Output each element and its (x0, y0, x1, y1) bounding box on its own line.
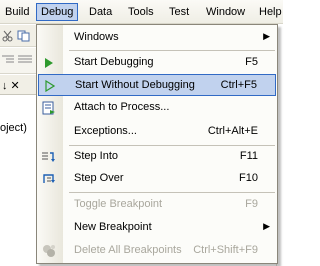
step-over-icon (41, 171, 57, 187)
menu-item-shortcut: Ctrl+Shift+F9 (193, 244, 258, 256)
menu-window[interactable]: Window (201, 3, 250, 21)
menu-item-step-into[interactable]: Step Into F11 (38, 146, 276, 168)
menu-item-label: Start Without Debugging (75, 79, 195, 91)
menu-tools[interactable]: Tools (123, 3, 159, 21)
menu-item-label: Exceptions... (74, 125, 137, 137)
comment-icon[interactable] (18, 55, 32, 68)
attach-process-icon (41, 100, 57, 116)
menu-item-new-breakpoint[interactable]: New Breakpoint ▶ (38, 217, 276, 239)
menu-item-attach-to-process[interactable]: Attach to Process... (38, 97, 276, 119)
debug-dropdown-menu: Windows ▶ Start Debugging F5 Start Witho… (36, 24, 278, 264)
menu-item-shortcut: F5 (245, 56, 258, 68)
menu-item-shortcut: F11 (239, 150, 258, 162)
panel-header: ↓ ✕ (0, 75, 36, 95)
menu-item-label: Step Into (74, 150, 119, 162)
menu-item-delete-all-breakpoints[interactable]: Delete All Breakpoints Ctrl+Shift+F9 (38, 240, 276, 262)
menu-separator (69, 50, 275, 51)
scissors-icon[interactable] (2, 30, 14, 45)
menu-bar: Build Debug Data Tools Test Window Help (0, 0, 283, 24)
indent-icon[interactable] (2, 55, 14, 68)
menu-item-shortcut: F9 (245, 198, 258, 210)
menu-item-label: New Breakpoint (74, 221, 152, 233)
menu-item-shortcut: Ctrl+F5 (220, 79, 257, 91)
menu-item-start-without-debugging[interactable]: Start Without Debugging Ctrl+F5 (38, 74, 276, 96)
pin-icon[interactable]: ↓ ✕ (2, 79, 20, 92)
play-outline-icon (42, 78, 58, 94)
menu-debug[interactable]: Debug (36, 3, 79, 21)
menu-item-windows[interactable]: Windows ▶ (38, 27, 276, 49)
step-into-icon (41, 149, 57, 165)
play-icon (41, 55, 57, 71)
submenu-arrow-icon: ▶ (263, 31, 270, 41)
menu-data[interactable]: Data (84, 3, 117, 21)
delete-breakpoints-icon (41, 243, 57, 259)
menu-item-shortcut: F10 (239, 172, 258, 184)
menu-build[interactable]: Build (0, 3, 34, 21)
menu-item-start-debugging[interactable]: Start Debugging F5 (38, 52, 276, 74)
menu-item-shortcut: Ctrl+Alt+E (207, 125, 258, 137)
menu-item-label: Attach to Process... (74, 101, 170, 113)
menu-help[interactable]: Help (254, 3, 287, 21)
menu-item-exceptions[interactable]: Exceptions... Ctrl+Alt+E (38, 121, 276, 143)
toolbar-row-2 (0, 48, 36, 74)
menu-item-label: Start Debugging (74, 56, 154, 68)
submenu-arrow-icon: ▶ (263, 221, 270, 231)
menu-item-label: Delete All Breakpoints (74, 244, 182, 256)
toolbar-row-1 (0, 25, 36, 47)
menu-test[interactable]: Test (164, 3, 194, 21)
background-window-left: ↓ ✕ oject) (0, 25, 36, 266)
menu-item-label: Windows (74, 31, 119, 43)
solution-tree-text: oject) (0, 122, 27, 134)
menu-item-toggle-breakpoint[interactable]: Toggle Breakpoint F9 (38, 194, 276, 216)
menu-item-label: Step Over (74, 172, 124, 184)
menu-item-label: Toggle Breakpoint (74, 198, 163, 210)
copy-icon[interactable] (17, 30, 31, 45)
menu-item-step-over[interactable]: Step Over F10 (38, 168, 276, 190)
menu-separator (69, 192, 275, 193)
